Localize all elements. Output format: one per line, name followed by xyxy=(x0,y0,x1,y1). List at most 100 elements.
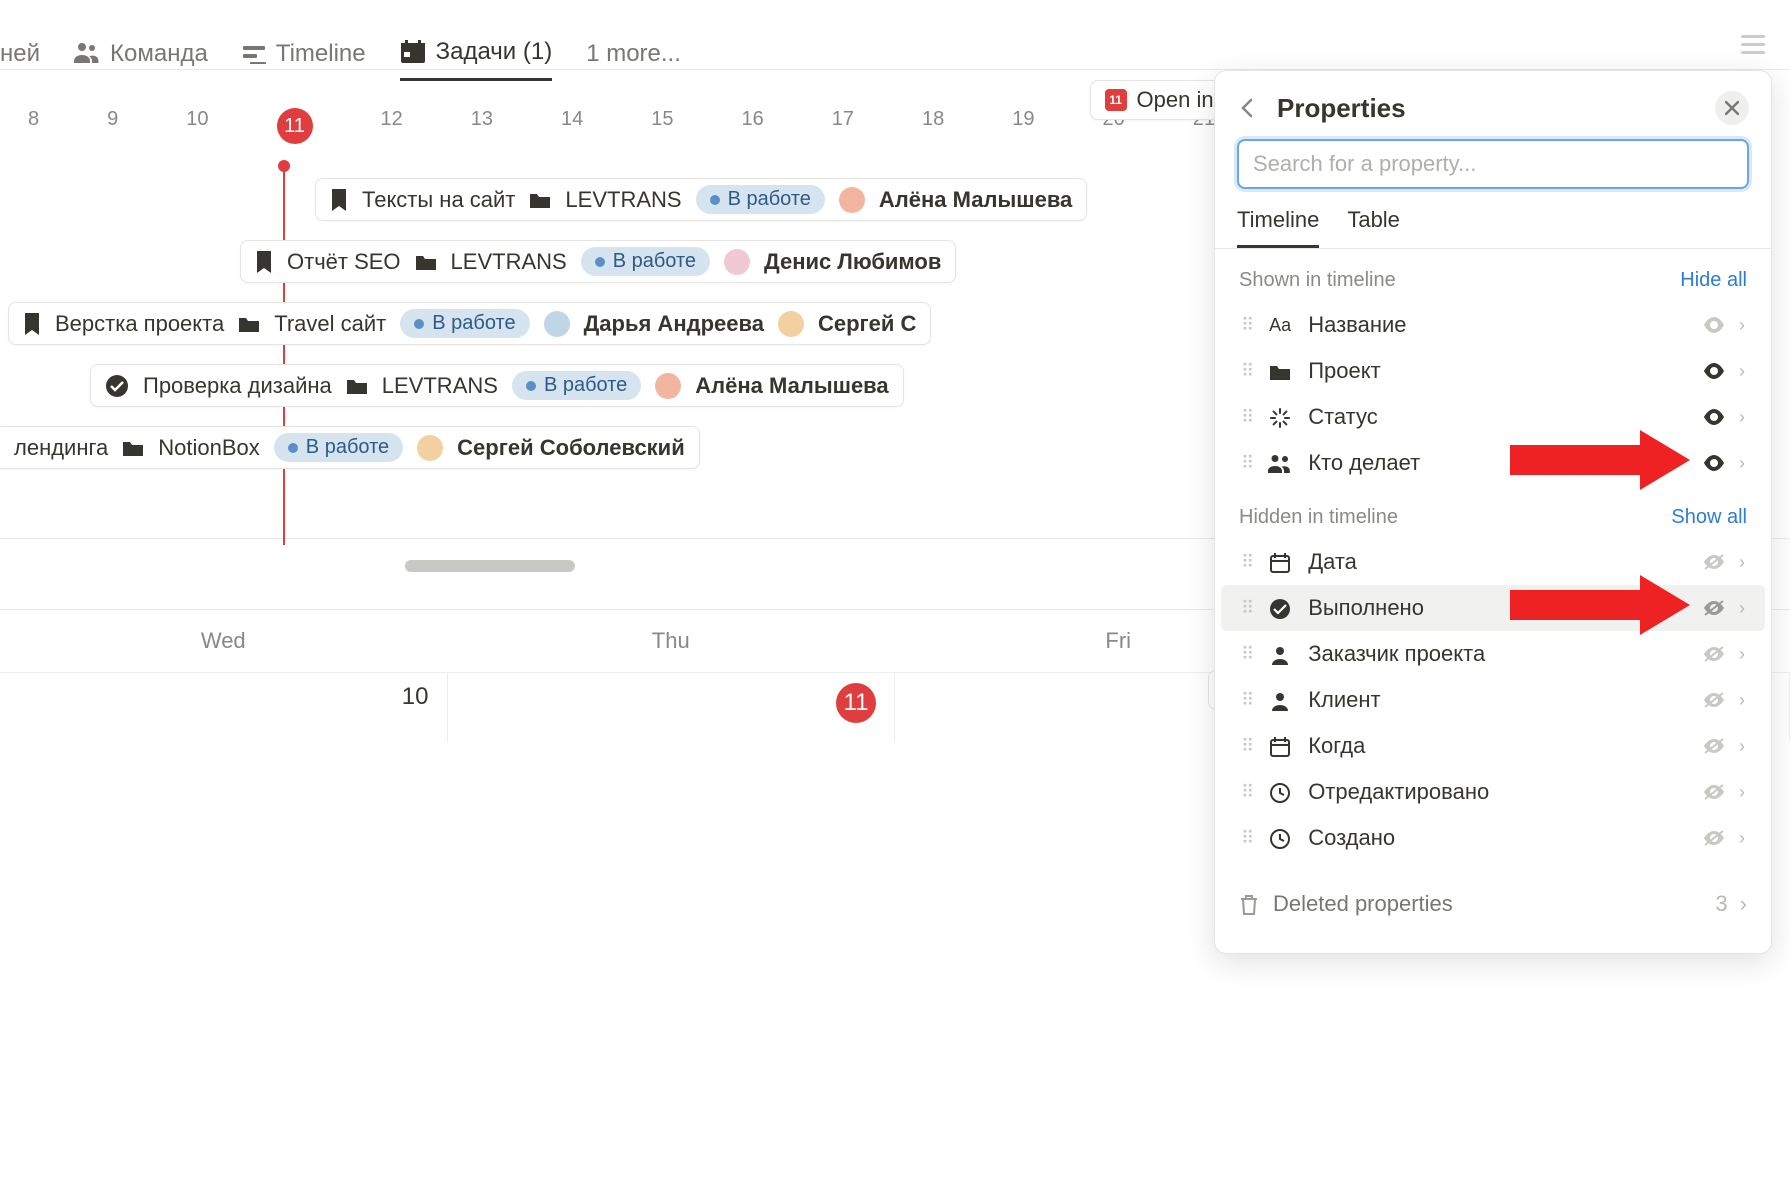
drag-handle-icon[interactable]: ⠿ xyxy=(1241,407,1252,428)
drag-handle-icon[interactable]: ⠿ xyxy=(1241,552,1252,573)
date-12[interactable]: 12 xyxy=(381,108,403,144)
panel-tab-table[interactable]: Table xyxy=(1347,207,1400,248)
eye-icon[interactable] xyxy=(1703,452,1725,475)
clock-icon xyxy=(1266,825,1294,851)
chevron-right-icon[interactable]: › xyxy=(1739,644,1745,665)
date-14[interactable]: 14 xyxy=(561,108,583,144)
chevron-right-icon[interactable]: › xyxy=(1739,828,1745,849)
drag-handle-icon[interactable]: ⠿ xyxy=(1241,361,1252,382)
date-8[interactable]: 8 xyxy=(28,108,39,144)
spinner-icon xyxy=(1266,404,1294,430)
status-pill: В работе xyxy=(512,371,641,400)
prop-label: Заказчик проекта xyxy=(1308,641,1689,667)
drag-handle-icon[interactable]: ⠿ xyxy=(1241,782,1252,803)
drag-handle-icon[interactable]: ⠿ xyxy=(1241,598,1252,619)
eye-icon[interactable] xyxy=(1703,406,1725,429)
today-marker-line xyxy=(283,165,285,545)
avatar xyxy=(839,187,865,213)
prop-project[interactable]: ⠿ Проект › xyxy=(1221,348,1765,394)
hide-all-link[interactable]: Hide all xyxy=(1680,269,1747,292)
deleted-properties-row[interactable]: Deleted properties 3 › xyxy=(1215,875,1771,933)
eye-off-icon[interactable] xyxy=(1703,689,1725,712)
date-10[interactable]: 10 xyxy=(186,108,208,144)
date-13[interactable]: 13 xyxy=(471,108,493,144)
task-bar-5[interactable]: лендинга NotionBox В работе Сергей Собол… xyxy=(0,426,700,469)
prop-label: Создано xyxy=(1308,825,1689,851)
task-name: Отчёт SEO xyxy=(287,249,401,275)
eye-off-icon[interactable] xyxy=(1703,551,1725,574)
back-button[interactable] xyxy=(1237,97,1259,119)
eye-icon[interactable] xyxy=(1703,360,1725,383)
chevron-right-icon[interactable]: › xyxy=(1739,361,1745,382)
date-17[interactable]: 17 xyxy=(832,108,854,144)
chevron-right-icon[interactable]: › xyxy=(1739,690,1745,711)
hidden-section-header: Hidden in timeline Show all xyxy=(1215,486,1771,539)
eye-icon[interactable] xyxy=(1703,314,1725,337)
bookmark-icon xyxy=(23,313,41,335)
eye-off-icon[interactable] xyxy=(1703,781,1725,804)
avatar xyxy=(778,311,804,337)
tab-tasks-label: Задачи (1) xyxy=(436,38,553,66)
date-15[interactable]: 15 xyxy=(651,108,673,144)
eye-off-icon[interactable] xyxy=(1703,643,1725,666)
tab-timeline-label: Timeline xyxy=(276,40,366,68)
drag-handle-icon[interactable]: ⠿ xyxy=(1241,315,1252,336)
folder-icon xyxy=(346,377,368,395)
eye-off-icon[interactable] xyxy=(1703,735,1725,758)
date-19[interactable]: 19 xyxy=(1012,108,1034,144)
date-18[interactable]: 18 xyxy=(922,108,944,144)
task-bar-3[interactable]: Верстка проекта Travel сайт В работе Дар… xyxy=(8,302,931,345)
drag-handle-icon[interactable]: ⠿ xyxy=(1241,453,1252,474)
drag-handle-icon[interactable]: ⠿ xyxy=(1241,690,1252,711)
show-all-link[interactable]: Show all xyxy=(1671,506,1747,529)
close-button[interactable] xyxy=(1715,91,1749,125)
task-name: Тексты на сайт xyxy=(362,187,515,213)
chevron-right-icon[interactable]: › xyxy=(1739,315,1745,336)
annotation-arrow-2 xyxy=(1510,575,1690,635)
prop-label: Клиент xyxy=(1308,687,1689,713)
date-16[interactable]: 16 xyxy=(742,108,764,144)
task-project: LEVTRANS xyxy=(451,249,567,275)
prop-when[interactable]: ⠿ Когда › xyxy=(1221,723,1765,769)
people-icon xyxy=(1266,450,1294,476)
deleted-label: Deleted properties xyxy=(1273,891,1453,917)
chevron-right-icon[interactable]: › xyxy=(1739,736,1745,757)
prop-created[interactable]: ⠿ Создано › xyxy=(1221,815,1765,861)
task-project: LEVTRANS xyxy=(565,187,681,213)
drag-handle-icon[interactable]: ⠿ xyxy=(1241,828,1252,849)
cal-date-11-today[interactable]: 11 xyxy=(448,672,896,742)
eye-off-icon[interactable] xyxy=(1703,597,1725,620)
prop-edited[interactable]: ⠿ Отредактировано › xyxy=(1221,769,1765,815)
date-9[interactable]: 9 xyxy=(107,108,118,144)
task-bar-2[interactable]: Отчёт SEO LEVTRANS В работе Денис Любимо… xyxy=(240,240,956,283)
cal-date-10[interactable]: 10 xyxy=(0,672,448,742)
avatar xyxy=(544,311,570,337)
horizontal-scrollbar[interactable] xyxy=(405,560,575,572)
hidden-label: Hidden in timeline xyxy=(1239,506,1398,529)
task-bar-4[interactable]: Проверка дизайна LEVTRANS В работе Алёна… xyxy=(90,364,904,407)
prop-customer[interactable]: ⠿ Заказчик проекта › xyxy=(1221,631,1765,677)
shown-section-header: Shown in timeline Hide all xyxy=(1215,249,1771,302)
calendar-icon xyxy=(1266,733,1294,759)
task-assignee: Алёна Малышева xyxy=(695,373,888,399)
prop-label: Когда xyxy=(1308,733,1689,759)
chevron-right-icon[interactable]: › xyxy=(1739,407,1745,428)
status-pill: В работе xyxy=(696,185,825,214)
property-search-input[interactable] xyxy=(1237,139,1749,189)
chevron-right-icon[interactable]: › xyxy=(1739,453,1745,474)
window-menu-icon[interactable] xyxy=(1741,30,1765,59)
prop-name[interactable]: ⠿ Aa Название › xyxy=(1221,302,1765,348)
chevron-right-icon[interactable]: › xyxy=(1739,598,1745,619)
deleted-count: 3 xyxy=(1715,891,1727,917)
date-11-today[interactable]: 11 xyxy=(277,108,313,144)
panel-tab-timeline[interactable]: Timeline xyxy=(1237,207,1319,248)
eye-off-icon[interactable] xyxy=(1703,827,1725,850)
task-bar-1[interactable]: Тексты на сайт LEVTRANS В работе Алёна М… xyxy=(315,178,1087,221)
cal-day-wed: Wed xyxy=(0,610,448,672)
chevron-right-icon[interactable]: › xyxy=(1739,552,1745,573)
prop-client[interactable]: ⠿ Клиент › xyxy=(1221,677,1765,723)
drag-handle-icon[interactable]: ⠿ xyxy=(1241,736,1252,757)
chevron-right-icon[interactable]: › xyxy=(1739,782,1745,803)
drag-handle-icon[interactable]: ⠿ xyxy=(1241,644,1252,665)
clock-icon xyxy=(1266,779,1294,805)
